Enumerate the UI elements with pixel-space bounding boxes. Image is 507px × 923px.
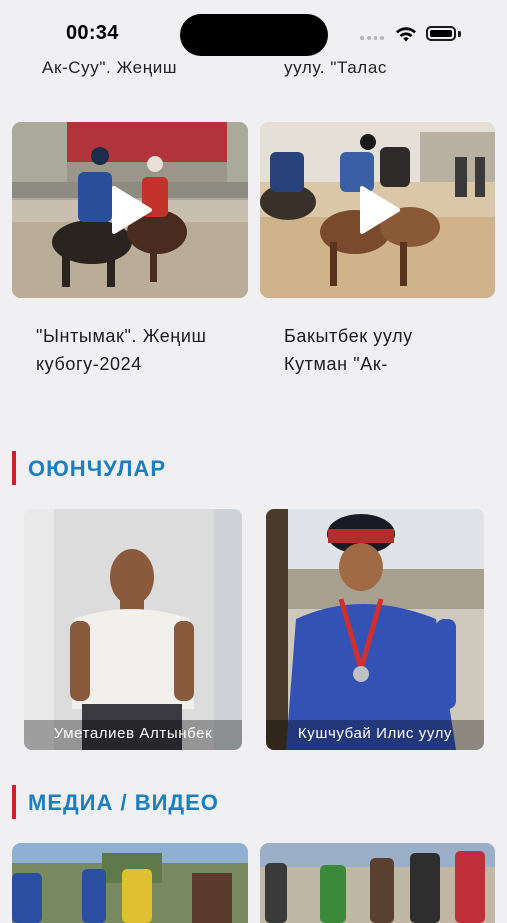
cellular-signal-icon [360,36,384,41]
wifi-icon [396,27,416,42]
battery-tip [458,31,461,37]
players-section-title: ОЮНЧУЛАР [28,456,166,481]
status-time: 00:34 [66,22,119,44]
section-accent-bar [12,785,16,819]
section-accent-bar [12,451,16,485]
play-icon[interactable] [108,184,154,236]
battery-icon [426,26,456,41]
status-bar: 00:34 [0,0,507,64]
video-card-thumbnail[interactable] [12,122,248,298]
player-photo [266,509,484,750]
player-card[interactable]: Кушчубай Илис уулу [266,509,484,750]
media-section-title: МЕДИА / ВИДЕО [28,790,219,815]
player-photo [24,509,242,750]
player-card[interactable]: Уметалиев Алтынбек [24,509,242,750]
video-caption-cut: уулу. "Талас [284,58,387,77]
video-card-thumbnail[interactable] [260,122,495,298]
video-caption[interactable]: Бакытбек уулу Кутман "Ак- [284,322,474,378]
media-thumbnail-image [260,843,495,923]
player-name: Кушчубай Илис уулу [266,720,484,750]
video-caption[interactable]: "Ынтымак". Жеңиш кубогу-2024 [36,322,246,378]
player-name: Уметалиев Алтынбек [24,720,242,750]
video-caption-cut: Ак-Суу". Жеңиш [42,58,178,77]
media-card-thumbnail[interactable] [260,843,495,923]
media-thumbnail-image [12,843,248,923]
play-icon[interactable] [356,184,402,236]
media-card-thumbnail[interactable] [12,843,248,923]
dynamic-island [180,14,328,56]
